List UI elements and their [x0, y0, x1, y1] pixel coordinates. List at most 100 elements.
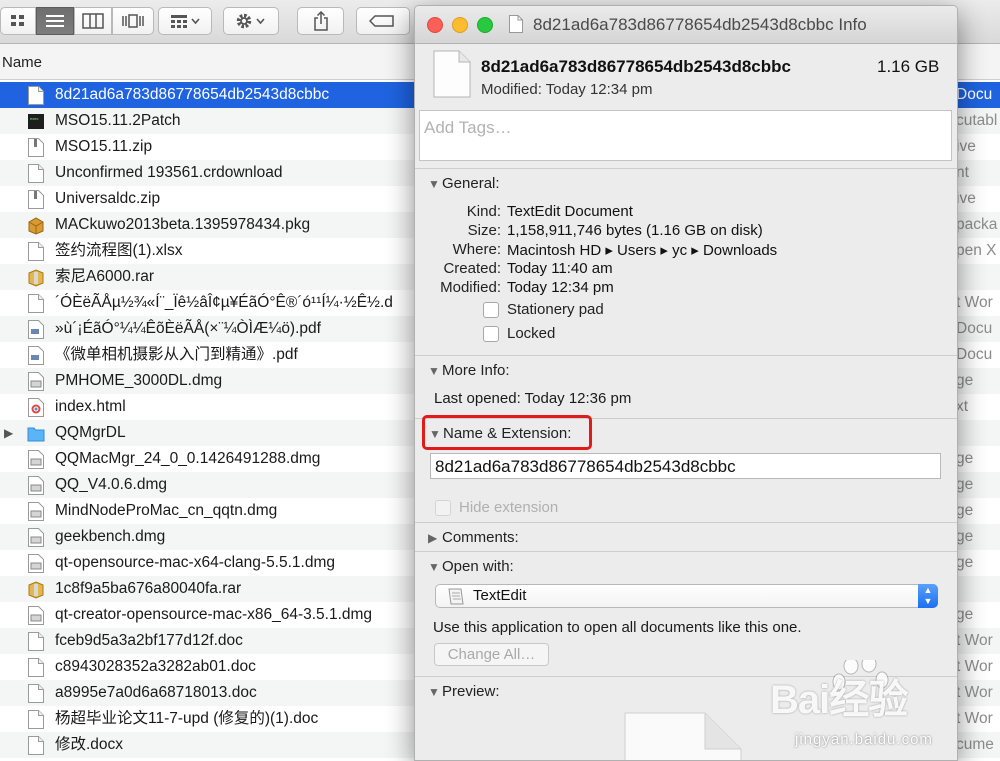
stationery-pad-checkbox[interactable] [483, 302, 499, 318]
grid-icon [11, 15, 24, 26]
view-mode-segmented [0, 7, 154, 35]
document-icon [509, 15, 523, 33]
preview-disclosure[interactable]: ▼ Preview: [428, 683, 500, 700]
open-with-popup[interactable]: TextEdit ▲ ▼ [435, 584, 938, 608]
file-name: MSO15.11.2Patch [55, 112, 181, 129]
stationery-pad-label: Stationery pad [507, 301, 604, 318]
file-kind: ge [956, 476, 974, 493]
disclosure-open-icon: ▼ [428, 364, 440, 378]
popup-updown-icon: ▲ ▼ [918, 584, 938, 608]
file-name: QQMacMgr_24_0_0.1426491288.dmg [55, 450, 321, 467]
more-info-section: ▼ More Info: Last opened: Today 12:36 pm [415, 355, 957, 419]
cover-flow-icon [122, 14, 144, 28]
file-kind: Docu [956, 320, 993, 337]
file-name: MSO15.11.zip [55, 138, 153, 155]
disclosure-open-icon: ▼ [428, 685, 440, 699]
file-name: QQMgrDL [55, 424, 126, 441]
name-extension-field[interactable]: 8d21ad6a783d86778654db2543d8cbbc [430, 453, 941, 479]
file-name: 签约流程图(1).xlsx [55, 242, 183, 259]
hide-extension-label: Hide extension [459, 499, 559, 516]
disclosure-closed-icon: ▶ [428, 531, 438, 545]
more-info-disclosure[interactable]: ▼ More Info: [428, 362, 510, 379]
file-name: »ù´¡ÉãÓ°¼¼ÊõÈëÃÅ(×¨¼ÒÌÆ¼ö).pdf [55, 320, 321, 337]
preview-document-icon [624, 712, 742, 760]
where-row: Where: Macintosh HD ▸ Users ▸ yc ▸ Downlo… [452, 241, 778, 259]
edit-tags-button[interactable] [356, 7, 410, 35]
general-section: ▼ General: Kind: TextEdit Document Size: 1,… [415, 168, 957, 356]
file-kind: packa [956, 216, 998, 233]
info-window: 8d21ad6a783d86778654db2543d8cbbc Info 8d… [414, 5, 958, 761]
file-name: 8d21ad6a783d86778654db2543d8cbbc [55, 86, 330, 103]
window-title: 8d21ad6a783d86778654db2543d8cbbc Info [533, 15, 867, 34]
file-name: PMHOME_3000DL.dmg [55, 372, 223, 389]
file-name: fceb9d5a3a2bf177d12f.doc [55, 632, 243, 649]
watermark-url: jingyan.baidu.com [795, 731, 933, 748]
textedit-app-icon [448, 588, 464, 605]
locked-checkbox[interactable] [483, 326, 499, 342]
file-size-header: 1.16 GB [877, 57, 940, 76]
name-extension-value: 8d21ad6a783d86778654db2543d8cbbc [435, 457, 736, 476]
locked-label: Locked [507, 325, 556, 342]
file-name: MindNodeProMac_cn_qqtn.dmg [55, 502, 278, 519]
file-name: 杨超毕业论文11-7-upd (修复的)(1).doc [55, 710, 319, 727]
share-icon [313, 11, 328, 31]
modified-row: Modified: Today 12:34 pm [440, 279, 614, 296]
icon-view-button[interactable] [0, 7, 36, 35]
last-opened-row: Last opened: Today 12:36 pm [434, 390, 632, 407]
minimize-button[interactable] [452, 17, 468, 33]
columns-icon [82, 13, 104, 29]
file-name: ´ÓÈëÃÅµ½¾«Í¨_Ïê½âÎ¢µ¥ÉãÓ°Ê®´ó¹¹Í¼·½Ê½.d [55, 294, 393, 311]
file-name: index.html [55, 398, 126, 415]
zoom-button[interactable] [477, 17, 493, 33]
open-with-disclosure[interactable]: ▼ Open with: [428, 558, 514, 575]
tags-placeholder: Add Tags… [424, 118, 512, 137]
file-kind: ive [956, 190, 976, 207]
disclosure-open-icon: ▼ [428, 560, 440, 574]
file-kind: t Wor [956, 294, 993, 311]
created-row: Created: Today 11:40 am [443, 260, 613, 277]
file-name: Unconfirmed 193561.crdownload [55, 164, 283, 181]
file-name: QQ_V4.0.6.dmg [55, 476, 168, 493]
comments-disclosure[interactable]: ▶ Comments: [428, 529, 519, 546]
arrange-grid-icon [171, 15, 200, 28]
file-kind: Docu [956, 346, 993, 363]
disclosure-open-icon: ▼ [428, 177, 440, 191]
list-icon [46, 15, 64, 27]
file-kind: cutabl [956, 112, 998, 129]
file-name-header: 8d21ad6a783d86778654db2543d8cbbc [481, 57, 791, 76]
gear-icon [236, 13, 265, 29]
file-name: a8995e7a0d6a68718013.doc [55, 684, 257, 701]
watermark-brand: Bai经验 [770, 678, 908, 722]
general-disclosure[interactable]: ▼ General: [428, 175, 500, 192]
cover-flow-button[interactable] [112, 7, 154, 35]
disclosure-closed-icon[interactable]: ▶ [4, 420, 13, 446]
svg-text:exec: exec [30, 116, 38, 121]
column-view-button[interactable] [74, 7, 112, 35]
file-kind: ge [956, 372, 974, 389]
file-name: c8943028352a3282ab01.doc [55, 658, 256, 675]
info-titlebar[interactable]: 8d21ad6a783d86778654db2543d8cbbc Info [415, 6, 957, 44]
file-name: qt-opensource-mac-x64-clang-5.5.1.dmg [55, 554, 335, 571]
file-name: 修改.docx [55, 736, 124, 753]
arrange-button[interactable] [158, 7, 212, 35]
file-name: 索尼A6000.rar [55, 268, 155, 285]
file-kind: ge [956, 528, 974, 545]
action-button[interactable] [223, 7, 279, 35]
modified-header: Modified: Today 12:34 pm [481, 81, 653, 98]
file-name: MACkuwo2013beta.1395978434.pkg [55, 216, 311, 233]
change-all-button[interactable]: Change All… [434, 643, 549, 666]
tags-field[interactable]: Add Tags… [419, 110, 952, 161]
kind-row: Kind: TextEdit Document [466, 203, 633, 220]
hide-extension-checkbox[interactable] [435, 500, 451, 516]
file-kind: t Wor [956, 632, 993, 649]
file-name: Universaldc.zip [55, 190, 161, 207]
tag-icon [369, 15, 394, 27]
close-button[interactable] [427, 17, 443, 33]
file-kind: pen X [956, 242, 997, 259]
size-row: Size: 1,158,911,746 bytes (1.16 GB on dis… [467, 222, 763, 239]
share-button[interactable] [297, 7, 344, 35]
file-kind: ive [956, 138, 976, 155]
list-view-button[interactable] [36, 7, 74, 35]
file-kind: nt [956, 164, 969, 181]
file-kind: ge [956, 554, 974, 571]
